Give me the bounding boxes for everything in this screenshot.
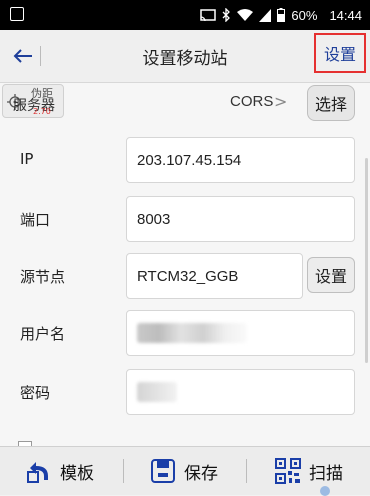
password-label: 密码 — [20, 384, 51, 402]
mountpoint-field[interactable]: RTCM32_GGB — [126, 253, 303, 299]
choose-button[interactable]: 选择 — [307, 85, 355, 121]
divider — [246, 459, 247, 483]
bluetooth-icon — [222, 8, 231, 22]
form-content: 伪距 服务器 2.70 CORS > 选择 IP 203.107.45.154 … — [0, 83, 370, 446]
floating-indicator — [320, 486, 330, 496]
ip-field[interactable]: 203.107.45.154 — [126, 137, 355, 183]
template-button[interactable]: 模板 — [26, 447, 94, 495]
divider — [123, 459, 124, 483]
scan-button[interactable]: 扫描 — [275, 447, 343, 495]
server-mode-value: CORS — [230, 93, 274, 110]
battery-percent: 60% — [291, 7, 318, 23]
save-icon — [151, 459, 175, 483]
mountpoint-value: RTCM32_GGB — [137, 267, 239, 285]
app-bar: 设置移动站 设置 — [0, 30, 370, 83]
ip-value: 203.107.45.154 — [137, 151, 242, 169]
port-value: 8003 — [137, 210, 171, 228]
save-label: 保存 — [184, 463, 218, 484]
battery-icon — [277, 8, 286, 22]
accuracy-value: 2.70 — [33, 107, 51, 116]
bottom-toolbar: 模板 保存 扫描 — [0, 446, 370, 495]
save-button[interactable]: 保存 — [150, 447, 218, 495]
mountpoint-label: 源节点 — [20, 268, 66, 286]
password-field[interactable] — [126, 369, 355, 415]
username-field[interactable] — [126, 310, 355, 356]
server-floating-chip[interactable]: 伪距 服务器 2.70 — [2, 84, 64, 118]
ip-label: IP — [20, 150, 34, 168]
settings-button[interactable]: 设置 — [314, 33, 366, 73]
redacted-password — [137, 382, 177, 402]
template-icon — [27, 462, 48, 483]
status-bar: 60% 14:44 — [0, 0, 370, 30]
clock: 14:44 — [329, 7, 362, 23]
notification-icon — [10, 7, 24, 21]
template-label: 模板 — [60, 463, 94, 484]
port-field[interactable]: 8003 — [126, 196, 355, 242]
cast-icon — [200, 8, 217, 22]
username-label: 用户名 — [20, 325, 66, 343]
qr-code-icon — [275, 458, 301, 484]
port-label: 端口 — [20, 211, 51, 229]
redacted-username — [137, 323, 247, 343]
chevron-right-icon: > — [274, 92, 288, 111]
scrollbar[interactable] — [365, 158, 368, 363]
wifi-icon — [237, 8, 254, 22]
scan-label: 扫描 — [309, 463, 343, 484]
signal-icon — [259, 8, 272, 22]
mountpoint-set-button[interactable]: 设置 — [307, 257, 355, 293]
